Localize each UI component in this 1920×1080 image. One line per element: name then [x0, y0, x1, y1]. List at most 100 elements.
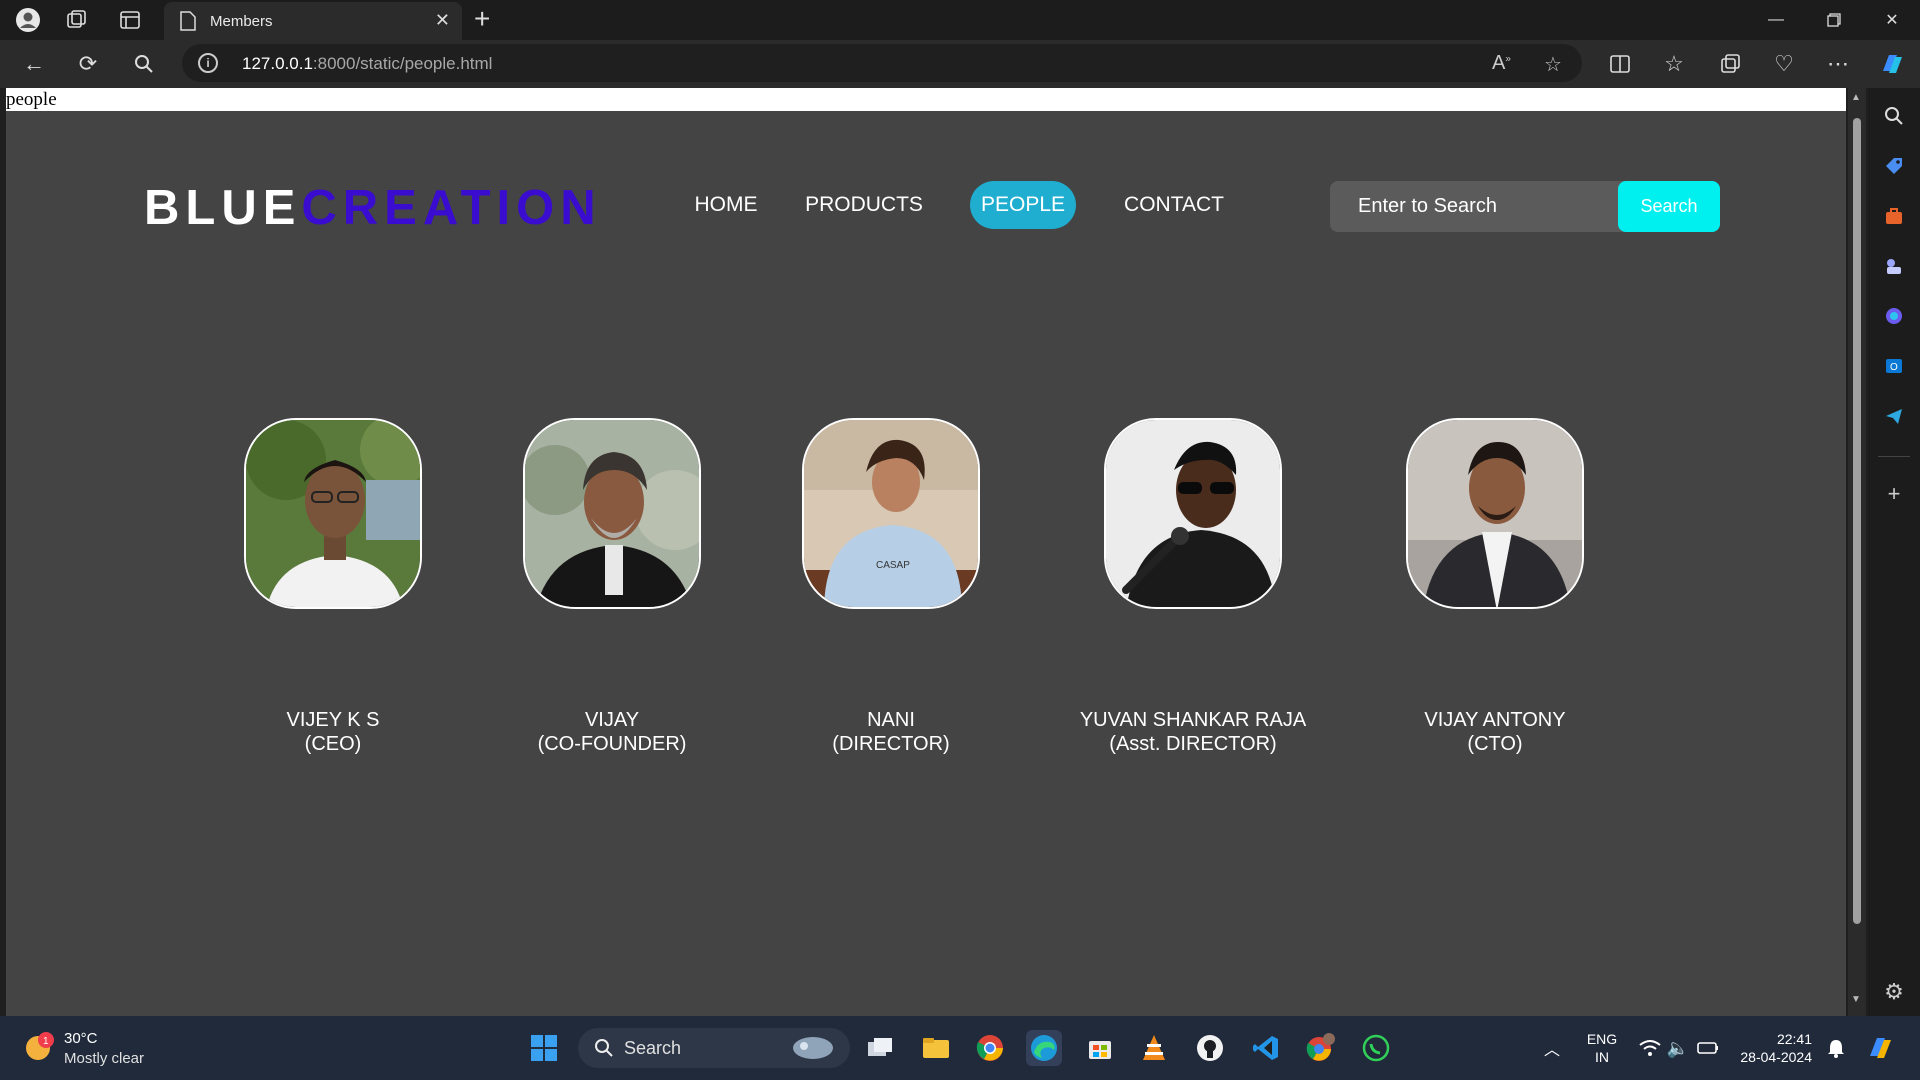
nav-people[interactable]: PEOPLE [970, 181, 1076, 229]
page-viewport: people BLUECREATION HOME PRODUCTS PEOPLE… [6, 88, 1846, 1016]
weather-condition: Mostly clear [64, 1050, 145, 1067]
search-input[interactable] [1330, 181, 1630, 232]
sidebar-settings-icon[interactable]: ⚙ [1882, 979, 1906, 1004]
restore-icon[interactable] [1814, 6, 1854, 34]
url-host: 127.0.0.1 [242, 54, 313, 73]
url-text[interactable]: 127.0.0.1:8000/static/people.html [242, 54, 492, 74]
copilot-sidebar-icon[interactable] [1882, 304, 1906, 328]
member-name: YUVAN SHANKAR RAJA [1079, 709, 1307, 731]
windows-start-icon[interactable] [526, 1030, 562, 1066]
clock-time: 22:41 [1776, 1031, 1812, 1047]
add-sidebar-app-icon[interactable]: + [1882, 481, 1906, 506]
member-name: VIJAY [584, 709, 640, 731]
read-aloud-icon[interactable]: A» [1492, 52, 1511, 75]
file-explorer-icon[interactable] [918, 1030, 954, 1066]
back-icon[interactable]: ← [18, 49, 50, 79]
split-screen-icon[interactable] [1604, 49, 1636, 79]
search-button[interactable]: Search [1618, 181, 1720, 232]
member-card: NANI (DIRECTOR) [741, 708, 1041, 756]
member-card: VIJAY ANTONY (CTO) [1345, 708, 1645, 756]
shopping-tag-icon[interactable] [1882, 154, 1906, 178]
tab-members[interactable]: Members ✕ [164, 2, 462, 40]
language-region: IN [1595, 1049, 1609, 1065]
games-icon[interactable] [1882, 254, 1906, 278]
member-photo-vijay [523, 418, 701, 609]
github-icon[interactable] [1192, 1030, 1228, 1066]
sidebar-divider [1878, 456, 1910, 457]
nav-contact[interactable]: CONTACT [1116, 181, 1232, 229]
page-scrollbar[interactable]: ▲ ▼ [1848, 88, 1866, 1016]
search-form: Search [1330, 181, 1720, 232]
windows-taskbar: 1 30°C Mostly clear Search ︿ ENG IN 🔈 22… [0, 1016, 1920, 1080]
telegram-send-icon[interactable] [1882, 404, 1906, 428]
weather-temp: 30°C [64, 1030, 98, 1047]
weather-widget[interactable]: 1 30°C Mostly clear [22, 1030, 144, 1069]
whatsapp-icon[interactable] [1358, 1030, 1394, 1066]
member-photo-yuvan [1104, 418, 1282, 609]
edge-sidebar: O + ⚙ [1868, 88, 1920, 1016]
tools-briefcase-icon[interactable] [1882, 204, 1906, 228]
nav-home[interactable]: HOME [676, 181, 776, 229]
language-code: ENG [1586, 1031, 1618, 1047]
search-highlight-icon [793, 1037, 833, 1059]
scroll-up-icon[interactable]: ▲ [1851, 92, 1861, 103]
vlc-icon[interactable] [1136, 1030, 1172, 1066]
vscode-icon[interactable] [1248, 1030, 1284, 1066]
outlook-icon[interactable]: O [1882, 354, 1906, 378]
notification-bell-icon[interactable] [1818, 1030, 1854, 1066]
clock[interactable]: 22:41 28-04-2024 [1728, 1030, 1812, 1066]
brand-logo[interactable]: BLUECREATION [144, 180, 602, 236]
member-name: VIJAY ANTONY [1424, 709, 1566, 731]
tab-actions-icon[interactable] [116, 6, 144, 34]
page-icon [180, 11, 196, 35]
more-options-icon[interactable]: ⋯ [1822, 49, 1854, 79]
search-icon[interactable] [128, 49, 160, 79]
favorite-star-icon[interactable]: ☆ [1544, 52, 1562, 77]
url-path: :8000/static/people.html [312, 54, 493, 73]
task-view-icon[interactable] [862, 1030, 898, 1066]
refresh-icon[interactable]: ⟳ [72, 49, 104, 79]
site-info-icon[interactable]: i [198, 53, 218, 73]
member-role: (CEO) [304, 733, 362, 755]
browser-essentials-icon[interactable]: ♡ [1768, 49, 1800, 79]
nav-products[interactable]: PRODUCTS [796, 181, 932, 229]
close-window-icon[interactable]: ✕ [1872, 6, 1912, 34]
logo-creation-text: CREATION [301, 181, 602, 235]
taskbar-search-icon [595, 1039, 613, 1057]
collections-icon[interactable] [62, 6, 90, 34]
close-tab-icon[interactable]: ✕ [435, 10, 450, 31]
svg-text:O: O [1890, 362, 1898, 373]
member-name: NANI [867, 709, 915, 731]
minimize-icon[interactable]: — [1756, 6, 1796, 34]
copilot-taskbar-icon[interactable] [1862, 1030, 1898, 1066]
tab-title: Members [210, 12, 273, 30]
taskbar-search-label: Search [624, 1037, 682, 1058]
browser-title-bar: Members ✕ + — ✕ [0, 0, 1920, 40]
scroll-down-icon[interactable]: ▼ [1851, 994, 1861, 1005]
address-bar[interactable]: i 127.0.0.1:8000/static/people.html A» ☆ [182, 44, 1582, 82]
new-tab-icon[interactable]: + [474, 4, 490, 34]
language-indicator[interactable]: ENG IN [1578, 1030, 1626, 1066]
profile-icon[interactable] [14, 6, 42, 34]
chrome-icon[interactable] [972, 1030, 1008, 1066]
weather-moon-icon: 1 [26, 1032, 54, 1060]
collections-toolbar-icon[interactable] [1714, 49, 1746, 79]
clock-date: 28-04-2024 [1740, 1049, 1812, 1065]
sidebar-search-icon[interactable] [1882, 104, 1906, 128]
member-name: VIJEY K S [286, 709, 380, 731]
microsoft-store-icon[interactable] [1082, 1030, 1118, 1066]
member-photo-vijay-antony [1406, 418, 1584, 609]
favorites-icon[interactable]: ☆ [1658, 49, 1690, 79]
svg-text:CASAP: CASAP [876, 560, 910, 571]
weather-badge: 1 [43, 1036, 49, 1047]
member-photo-vijey [244, 418, 422, 609]
page-heading: people [6, 88, 1846, 111]
browser-toolbar: ← ⟳ i 127.0.0.1:8000/static/people.html … [0, 40, 1920, 88]
battery-icon[interactable] [1690, 1030, 1726, 1066]
copilot-icon[interactable] [1876, 49, 1908, 79]
chrome-profile-icon[interactable] [1302, 1030, 1338, 1066]
taskbar-search[interactable]: Search [578, 1028, 850, 1068]
show-hidden-icons[interactable]: ︿ [1534, 1030, 1570, 1066]
scroll-thumb[interactable] [1853, 118, 1861, 924]
edge-browser-icon[interactable] [1026, 1030, 1062, 1066]
